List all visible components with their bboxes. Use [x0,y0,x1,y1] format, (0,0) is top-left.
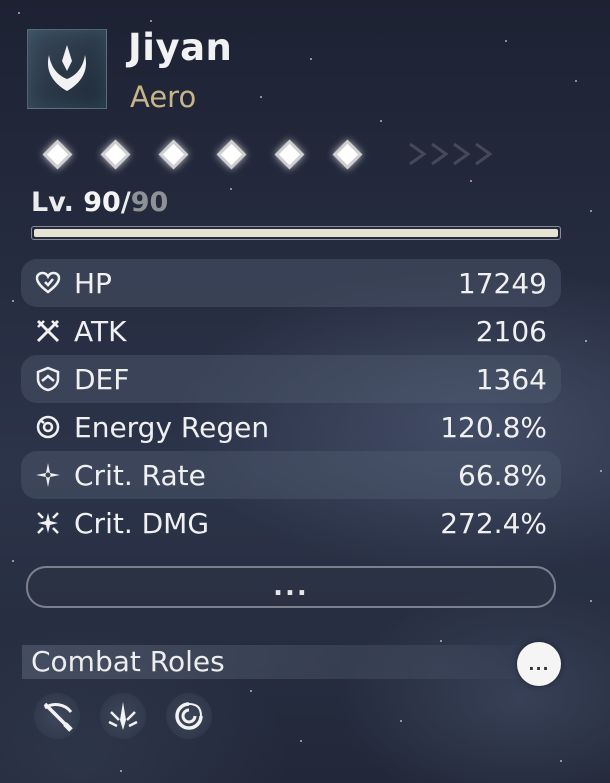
stats-panel: HP 17249 ATK 2106 DEF 1364 Energy Regen … [21,259,561,547]
character-name: Jiyan [128,26,233,69]
crossed-swords-icon [33,316,63,346]
stat-value: 17249 [457,266,547,300]
sequence-decoration-icon [409,142,493,166]
sequence-node-icon[interactable] [218,141,244,167]
stat-value: 272.4% [440,506,547,540]
blade-dive-role-icon[interactable] [100,693,146,739]
level-display: Lv. 90/90 [31,187,168,218]
stat-value: 120.8% [440,410,547,444]
sequence-node-icon[interactable] [276,141,302,167]
xp-progress-fill [34,229,558,237]
crit-dmg-sparkle-icon [33,508,63,538]
energy-regen-icon [33,412,63,442]
stat-value: 66.8% [458,458,547,492]
sequence-nodes [44,141,360,167]
stat-label: HP [74,266,112,300]
shield-icon [33,364,63,394]
stat-row-atk: ATK 2106 [21,307,561,355]
more-stats-button[interactable]: ... [26,566,556,608]
sequence-node-icon[interactable] [334,141,360,167]
crit-rate-star-icon [33,460,63,490]
level-separator: / [120,187,131,218]
combat-roles-title: Combat Roles [31,645,225,678]
xp-progress-bar [31,226,561,240]
level-max: 90 [130,187,169,218]
stat-label: DEF [74,362,130,396]
aero-swirl-role-icon[interactable] [166,693,212,739]
sequence-node-icon[interactable] [44,141,70,167]
stat-row-crit-dmg: Crit. DMG 272.4% [21,499,561,547]
sequence-node-icon[interactable] [160,141,186,167]
sequence-node-icon[interactable] [102,141,128,167]
aero-emblem-icon [47,45,87,91]
level-current: 90 [83,187,121,218]
stat-label: Crit. DMG [74,506,210,540]
heart-icon [33,268,63,298]
stat-row-crit-rate: Crit. Rate 66.8% [21,451,561,499]
stat-label: Energy Regen [74,410,270,444]
stat-row-hp: HP 17249 [21,259,561,307]
character-emblem [27,29,107,109]
stat-label: Crit. Rate [74,458,206,492]
stat-label: ATK [74,314,127,348]
stat-row-def: DEF 1364 [21,355,561,403]
level-label: Lv. [31,187,84,218]
combat-roles-more-button[interactable]: ... [517,642,561,686]
slash-role-icon[interactable] [34,693,80,739]
stat-value: 2106 [475,314,547,348]
combat-role-list [34,693,212,739]
character-element: Aero [130,80,197,114]
stat-value: 1364 [475,362,547,396]
stat-row-energy-regen: Energy Regen 120.8% [21,403,561,451]
